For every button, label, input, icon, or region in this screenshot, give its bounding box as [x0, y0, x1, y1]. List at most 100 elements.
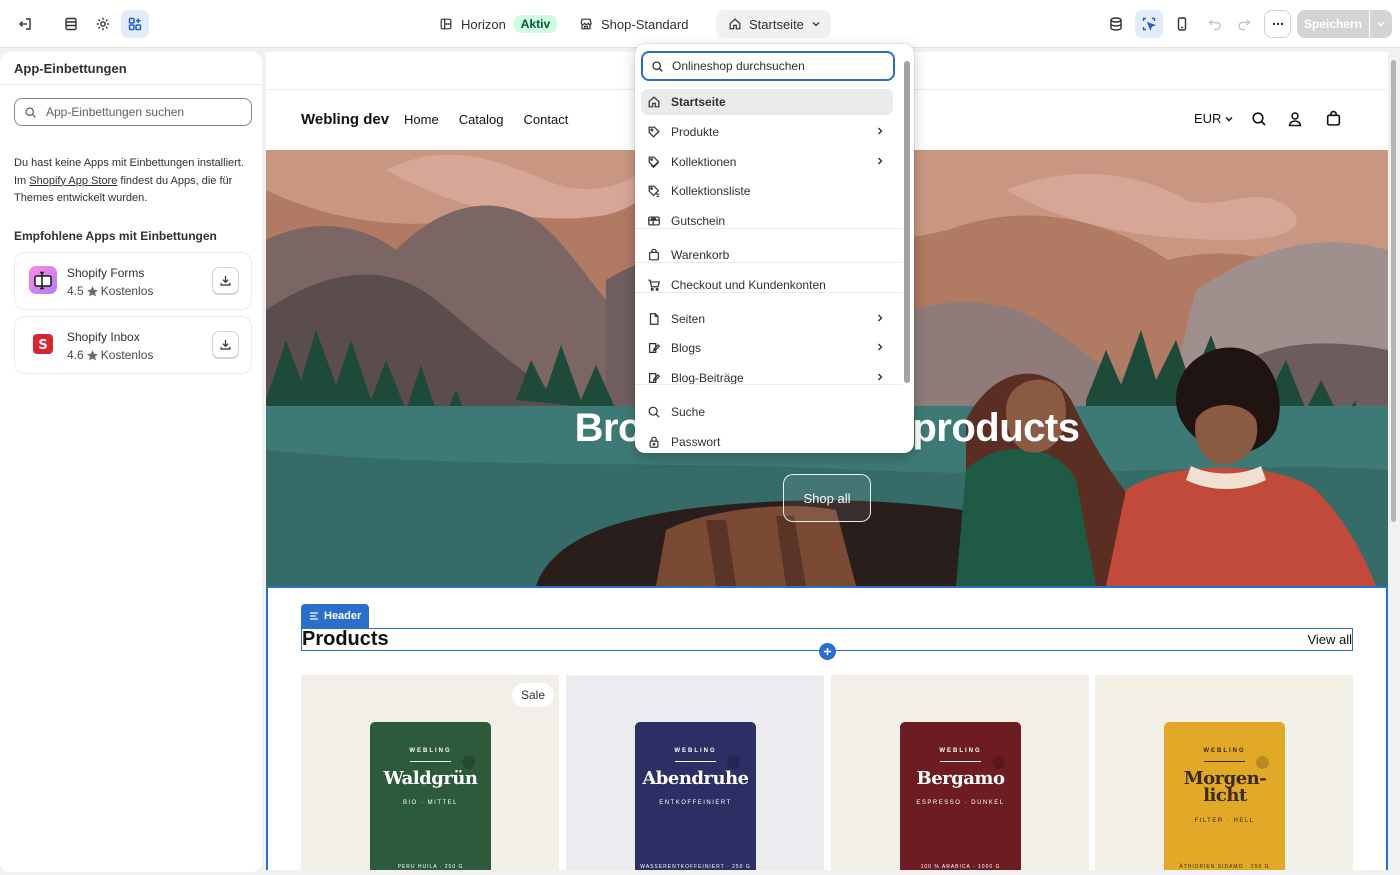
undo-button[interactable]	[1201, 10, 1229, 38]
dropdown-item-seiten[interactable]: Seiten	[641, 306, 893, 332]
view-all-link[interactable]: View all	[1307, 632, 1352, 647]
dropdown-item-suche[interactable]: Suche	[641, 399, 893, 425]
dropdown-item-checkout-und-kundenkonten[interactable]: Checkout und Kundenkonten	[641, 272, 893, 298]
products-title: Products	[302, 628, 389, 650]
tags-icon	[648, 156, 660, 169]
shopify-inbox-logo: S	[29, 330, 57, 358]
dropdown-item-warenkorb[interactable]: Warenkorb	[641, 242, 893, 268]
dropdown-item-startseite[interactable]: Startseite	[641, 89, 893, 115]
product-name: Waldgrün	[383, 768, 478, 789]
exit-button[interactable]	[11, 10, 39, 38]
cart-bag-icon[interactable]	[1325, 110, 1342, 127]
product-card[interactable]: WEBLING Bergamo ESPRESSO · DUNKEL 100 % ARA…	[831, 675, 1089, 870]
select-tool-button[interactable]	[1135, 10, 1163, 38]
panel-title: App-Einbettungen	[14, 61, 127, 76]
app-embeds-search-input[interactable]: App-Einbettungen suchen	[14, 98, 252, 126]
nav-link-catalog[interactable]: Catalog	[459, 112, 504, 127]
chevron-down-icon	[1225, 116, 1233, 121]
nav-link-contact[interactable]: Contact	[524, 112, 569, 127]
dropdown-item-passwort[interactable]: Passwort	[641, 429, 893, 453]
info-line-3: Themes entwickelt wurden.	[14, 192, 148, 204]
featured-products-section[interactable]: Header Products View all WEBLING Waldgrün…	[266, 586, 1388, 870]
account-icon[interactable]	[1287, 111, 1303, 127]
dropdown-item-gutschein[interactable]: Gutschein	[641, 208, 893, 234]
app-card-shopify-inbox[interactable]: S Shopify Inbox 4.6 Kostenlos	[14, 316, 252, 374]
blog-post-icon	[649, 373, 661, 383]
save-options-button[interactable]	[1370, 10, 1392, 38]
product-image: WEBLING Abendruhe ENTKOFFEINIERT WASSERENTK…	[635, 722, 756, 870]
sections-button[interactable]	[57, 10, 85, 38]
star-icon	[86, 349, 98, 360]
theme-indicator[interactable]: Horizon Aktiv	[439, 10, 558, 38]
shop-template-indicator[interactable]: Shop-Standard	[579, 10, 688, 38]
dropdown-item-blogs[interactable]: Blogs	[641, 335, 893, 361]
app-embeds-button[interactable]	[121, 10, 149, 38]
theme-settings-button[interactable]	[89, 10, 117, 38]
product-brand: WEBLING	[1203, 748, 1246, 754]
dropdown-separator	[635, 262, 903, 263]
search-icon	[25, 106, 36, 118]
install-app-button[interactable]	[212, 267, 239, 294]
more-horizontal-icon	[1272, 22, 1283, 26]
dropdown-item-label: Seiten	[671, 312, 706, 326]
mobile-preview-button[interactable]	[1168, 10, 1196, 38]
dropdown-separator	[635, 384, 903, 385]
store-brand[interactable]: Webling dev	[301, 111, 389, 128]
dropdown-item-label: Blog-Beiträge	[671, 371, 744, 385]
app-store-link[interactable]: Shopify App Store	[29, 175, 117, 187]
dropdown-item-kollektionen[interactable]: Kollektionen	[641, 149, 893, 175]
save-button[interactable]: Speichern	[1297, 10, 1369, 38]
dropdown-scrollbar-thumb[interactable]	[904, 61, 910, 383]
product-card[interactable]: WEBLING Morgen-licht FILTER · HELL ÄTHIOPIE…	[1095, 675, 1353, 870]
product-image: WEBLING Morgen-licht FILTER · HELL ÄTHIOPIE…	[1164, 722, 1285, 870]
product-subtitle: FILTER · HELL	[1194, 818, 1255, 824]
dropdown-item-blog-beiträge[interactable]: Blog-Beiträge	[641, 365, 893, 391]
svg-text:S: S	[38, 338, 47, 353]
tags-list-icon	[648, 185, 660, 197]
redo-button[interactable]	[1230, 10, 1258, 38]
more-actions-button[interactable]	[1264, 10, 1291, 38]
product-card[interactable]: WEBLING Abendruhe ENTKOFFEINIERT WASSERENTK…	[566, 675, 824, 870]
info-suffix: findest du Apps, die für	[117, 174, 233, 187]
install-app-button[interactable]	[212, 331, 239, 358]
inspector-button[interactable]	[1102, 10, 1130, 38]
search-icon	[648, 406, 660, 418]
sale-badge: Sale	[512, 683, 555, 707]
currency-label: EUR	[1194, 111, 1222, 126]
page-select-dropdown: Onlineshop durchsuchen Startseite Produkt…	[635, 44, 914, 453]
chevron-down-icon	[1377, 22, 1385, 27]
nav-link-home[interactable]: Home	[404, 112, 439, 127]
store-nav: Home Catalog Contact	[404, 112, 568, 127]
section-tag[interactable]: Header	[301, 604, 370, 628]
app-embeds-panel: App-Einbettungen App-Einbettungen suchen…	[0, 52, 262, 872]
product-brand: WEBLING	[409, 748, 452, 754]
cursor-select-icon	[1142, 17, 1156, 31]
product-name: Abendruhe	[642, 768, 749, 789]
shop-all-button[interactable]: Shop all	[783, 474, 871, 522]
dropdown-item-produkte[interactable]: Produkte	[641, 119, 893, 145]
dropdown-item-label: Startseite	[671, 95, 726, 109]
preview-scrollbar-thumb[interactable]	[1391, 60, 1396, 522]
product-rule	[1204, 761, 1245, 762]
page-select[interactable]: Startseite	[716, 10, 831, 38]
chevron-right-icon	[878, 343, 883, 351]
app-meta: 4.5 Kostenlos	[67, 284, 153, 298]
app-card-shopify-forms[interactable]: Shopify Forms 4.5 Kostenlos	[14, 252, 252, 310]
chevron-right-icon	[878, 373, 883, 381]
product-card[interactable]: WEBLING Waldgrün BIO · MITTEL PERU HUILA · …	[301, 675, 559, 870]
bag-icon	[649, 248, 659, 261]
dropdown-item-label: Checkout und Kundenkonten	[671, 278, 826, 292]
product-rule	[410, 761, 451, 762]
app-price: Kostenlos	[100, 348, 154, 362]
store-search-input[interactable]: Onlineshop durchsuchen	[641, 51, 895, 81]
gear-icon	[96, 17, 110, 31]
product-name: Morgen-licht	[1183, 768, 1267, 806]
app-meta: 4.6 Kostenlos	[67, 348, 153, 362]
dropdown-item-label: Gutschein	[671, 214, 726, 228]
dropdown-item-label: Suche	[671, 405, 706, 419]
search-icon[interactable]	[1251, 111, 1267, 127]
dropdown-item-kollektionsliste[interactable]: Kollektionsliste	[641, 178, 893, 204]
currency-selector[interactable]: EUR	[1194, 111, 1234, 126]
app-rating: 4.6	[67, 348, 84, 362]
add-block-button[interactable]	[819, 643, 836, 660]
